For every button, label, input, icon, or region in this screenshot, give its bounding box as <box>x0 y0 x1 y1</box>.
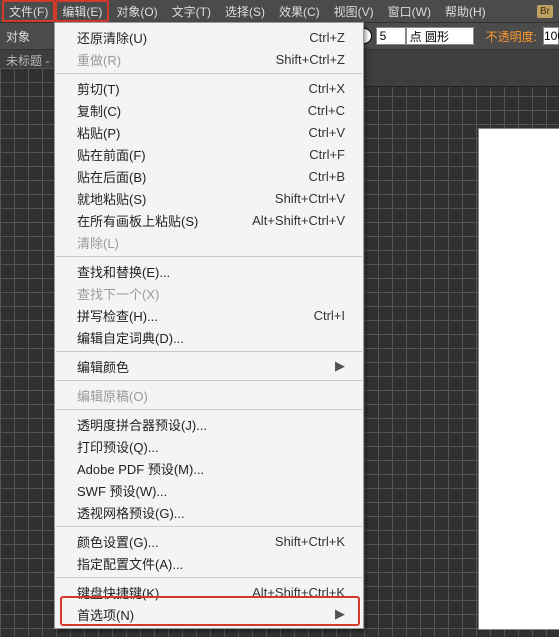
menu-item-label: 拼写检查(H)... <box>77 306 314 325</box>
menu-separator <box>56 351 362 352</box>
menu-help[interactable]: 帮助(H) <box>438 0 493 22</box>
menu-item-1: 重做(R)Shift+Ctrl+Z <box>55 48 363 70</box>
menu-item-label: 清除(L) <box>77 233 345 252</box>
menu-item-24[interactable]: SWF 预设(W)... <box>55 479 363 501</box>
stroke-profile-dropdown[interactable]: 点 圆形 <box>406 27 474 45</box>
menu-effect[interactable]: 效果(C) <box>272 0 327 22</box>
menu-item-label: 重做(R) <box>77 50 276 69</box>
menu-item-label: 透视网格预设(G)... <box>77 503 345 522</box>
no-selection-label: 对象 <box>0 28 36 45</box>
menu-item-label: 就地粘贴(S) <box>77 189 275 208</box>
menu-item-21[interactable]: 透明度拼合器预设(J)... <box>55 413 363 435</box>
menu-separator <box>56 409 362 410</box>
menu-item-shortcut: Ctrl+C <box>308 103 345 118</box>
menu-item-label: 编辑颜色 <box>77 357 335 376</box>
menu-item-label: 查找和替换(E)... <box>77 262 345 281</box>
menu-item-label: 颜色设置(G)... <box>77 532 275 551</box>
menu-file[interactable]: 文件(F) <box>2 0 55 22</box>
menu-item-30[interactable]: 键盘快捷键(K)...Alt+Shift+Ctrl+K <box>55 581 363 603</box>
menu-item-shortcut: Shift+Ctrl+Z <box>276 52 345 67</box>
menu-item-7[interactable]: 贴在后面(B)Ctrl+B <box>55 165 363 187</box>
menu-item-label: 透明度拼合器预设(J)... <box>77 415 345 434</box>
menu-item-label: SWF 预设(W)... <box>77 481 345 500</box>
menu-item-15[interactable]: 编辑自定词典(D)... <box>55 326 363 348</box>
menu-item-0[interactable]: 还原清除(U)Ctrl+Z <box>55 26 363 48</box>
menu-item-6[interactable]: 贴在前面(F)Ctrl+F <box>55 143 363 165</box>
artboard[interactable] <box>478 128 559 630</box>
menu-item-12[interactable]: 查找和替换(E)... <box>55 260 363 282</box>
menu-item-label: 在所有画板上粘贴(S) <box>77 211 252 230</box>
menu-item-3[interactable]: 剪切(T)Ctrl+X <box>55 77 363 99</box>
menu-item-10: 清除(L) <box>55 231 363 253</box>
menu-item-8[interactable]: 就地粘贴(S)Shift+Ctrl+V <box>55 187 363 209</box>
menu-item-shortcut: Alt+Shift+Ctrl+V <box>252 213 345 228</box>
menu-item-label: 粘贴(P) <box>77 123 309 142</box>
menu-item-label: 贴在后面(B) <box>77 167 309 186</box>
menu-separator <box>56 380 362 381</box>
edit-menu-dropdown: 还原清除(U)Ctrl+Z重做(R)Shift+Ctrl+Z剪切(T)Ctrl+… <box>54 22 364 629</box>
menu-item-19: 编辑原稿(O) <box>55 384 363 406</box>
menu-item-label: 查找下一个(X) <box>77 284 345 303</box>
menu-separator <box>56 73 362 74</box>
menu-item-shortcut: Alt+Shift+Ctrl+K <box>252 585 345 600</box>
menu-item-13: 查找下一个(X) <box>55 282 363 304</box>
menu-item-label: 复制(C) <box>77 101 308 120</box>
menu-item-label: 键盘快捷键(K)... <box>77 583 252 602</box>
menu-item-shortcut: Shift+Ctrl+V <box>275 191 345 206</box>
menu-item-14[interactable]: 拼写检查(H)...Ctrl+I <box>55 304 363 326</box>
menu-item-label: 首选项(N) <box>77 605 335 624</box>
menu-item-9[interactable]: 在所有画板上粘贴(S)Alt+Shift+Ctrl+V <box>55 209 363 231</box>
submenu-arrow-icon: ▶ <box>335 606 345 622</box>
menu-item-shortcut: Ctrl+F <box>309 147 345 162</box>
menu-item-label: 编辑自定词典(D)... <box>77 328 345 347</box>
menu-item-23[interactable]: Adobe PDF 预设(M)... <box>55 457 363 479</box>
menu-view[interactable]: 视图(V) <box>327 0 381 22</box>
opacity-label: 不透明度: <box>486 28 537 45</box>
menu-item-17[interactable]: 编辑颜色▶ <box>55 355 363 377</box>
menu-item-label: 贴在前面(F) <box>77 145 309 164</box>
menu-separator <box>56 256 362 257</box>
menu-item-27[interactable]: 颜色设置(G)...Shift+Ctrl+K <box>55 530 363 552</box>
stroke-weight-field[interactable]: 5 <box>376 27 406 45</box>
menu-item-shortcut: Ctrl+Z <box>309 30 345 45</box>
menu-item-label: Adobe PDF 预设(M)... <box>77 459 345 478</box>
menu-item-label: 编辑原稿(O) <box>77 386 345 405</box>
menu-item-28[interactable]: 指定配置文件(A)... <box>55 552 363 574</box>
menubar: 文件(F) 编辑(E) 对象(O) 文字(T) 选择(S) 效果(C) 视图(V… <box>0 0 559 22</box>
menu-item-shortcut: Ctrl+V <box>309 125 345 140</box>
menu-type[interactable]: 文字(T) <box>165 0 218 22</box>
menu-item-4[interactable]: 复制(C)Ctrl+C <box>55 99 363 121</box>
opacity-field[interactable]: 100 <box>543 27 559 45</box>
menu-item-5[interactable]: 粘贴(P)Ctrl+V <box>55 121 363 143</box>
menu-item-31[interactable]: 首选项(N)▶ <box>55 603 363 625</box>
menu-item-label: 指定配置文件(A)... <box>77 554 345 573</box>
menu-item-shortcut: Ctrl+I <box>314 308 345 323</box>
document-tab[interactable]: 未标题 - <box>6 52 49 69</box>
ruler-horizontal <box>362 68 559 87</box>
menu-item-shortcut: Ctrl+B <box>309 169 345 184</box>
menu-select[interactable]: 选择(S) <box>218 0 272 22</box>
menu-item-shortcut: Shift+Ctrl+K <box>275 534 345 549</box>
menu-separator <box>56 526 362 527</box>
menu-item-shortcut: Ctrl+X <box>309 81 345 96</box>
menu-item-label: 打印预设(Q)... <box>77 437 345 456</box>
menu-item-label: 还原清除(U) <box>77 28 309 47</box>
submenu-arrow-icon: ▶ <box>335 358 345 374</box>
menu-window[interactable]: 窗口(W) <box>381 0 438 22</box>
menu-item-label: 剪切(T) <box>77 79 309 98</box>
menu-separator <box>56 577 362 578</box>
menu-edit[interactable]: 编辑(E) <box>55 0 109 22</box>
bridge-button[interactable]: Br <box>537 5 553 18</box>
menu-item-25[interactable]: 透视网格预设(G)... <box>55 501 363 523</box>
menu-item-22[interactable]: 打印预设(Q)... <box>55 435 363 457</box>
menu-object[interactable]: 对象(O) <box>109 0 164 22</box>
